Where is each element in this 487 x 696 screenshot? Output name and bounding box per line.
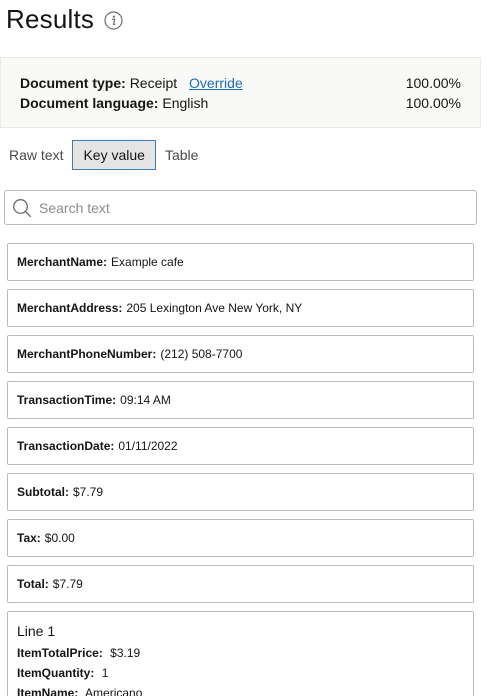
info-icon[interactable] [104, 10, 123, 30]
field-key: Tax: [17, 531, 41, 545]
field-key: ItemQuantity: [17, 666, 95, 680]
search-icon [12, 198, 32, 218]
document-summary: Document type: Receipt Override 100.00% … [0, 57, 481, 128]
field-value: 1 [101, 666, 109, 680]
field-key: MerchantName: [17, 255, 108, 269]
field-total: Total: $7.79 [7, 565, 474, 603]
document-type-label: Document type: [20, 75, 126, 91]
field-value: 205 Lexington Ave New York, NY [126, 301, 303, 315]
page-title: Results [6, 3, 95, 34]
field-value: $0.00 [44, 531, 75, 545]
line-item-field: ItemName: Americano [17, 683, 473, 696]
field-value: 01/11/2022 [118, 439, 178, 453]
document-type-value: Receipt [129, 75, 178, 91]
search-box [4, 190, 477, 225]
title-row: Results [6, 2, 123, 36]
override-link[interactable]: Override [189, 75, 243, 91]
results-panel: Results Document type: Receipt Override … [0, 0, 487, 696]
document-language-row: Document language: English 100.00% [20, 94, 461, 112]
field-key: MerchantPhoneNumber: [17, 347, 157, 361]
document-type-row: Document type: Receipt Override 100.00% [20, 74, 461, 92]
document-language-confidence: 100.00% [405, 95, 461, 111]
field-merchant-address: MerchantAddress: 205 Lexington Ave New Y… [7, 289, 474, 327]
document-type-info: Document type: Receipt Override [20, 75, 243, 91]
view-tabs: Raw text Key value Table [0, 140, 207, 170]
field-value: Example cafe [111, 255, 184, 269]
field-key: TransactionTime: [17, 393, 117, 407]
document-language-info: Document language: English [20, 95, 208, 111]
field-value: (212) 508-7700 [160, 347, 243, 361]
field-value: $7.79 [52, 577, 83, 591]
line-item-field: ItemTotalPrice: $3.19 [17, 643, 473, 663]
tab-key-value[interactable]: Key value [72, 140, 156, 170]
field-merchant-phone-number: MerchantPhoneNumber: (212) 508-7700 [7, 335, 474, 373]
document-language-value: English [162, 95, 209, 111]
line-item-card: Line 1 ItemTotalPrice: $3.19 ItemQuantit… [7, 611, 474, 696]
field-value: $7.79 [73, 485, 104, 499]
field-key: Total: [17, 577, 49, 591]
field-key: TransactionDate: [17, 439, 115, 453]
field-value: 09:14 AM [120, 393, 171, 407]
tab-table[interactable]: Table [156, 140, 207, 170]
field-key: Subtotal: [17, 485, 69, 499]
field-value: $3.19 [110, 646, 141, 660]
field-tax: Tax: $0.00 [7, 519, 474, 557]
field-transaction-time: TransactionTime: 09:14 AM [7, 381, 474, 419]
field-merchant-name: MerchantName: Example cafe [7, 243, 474, 281]
document-language-label: Document language: [20, 95, 159, 111]
field-subtotal: Subtotal: $7.79 [7, 473, 474, 511]
tab-raw-text[interactable]: Raw text [0, 140, 72, 170]
search-input[interactable] [39, 199, 439, 216]
line-item-title: Line 1 [17, 623, 56, 639]
document-type-confidence: 100.00% [405, 75, 461, 91]
field-key: ItemName: [17, 686, 79, 696]
field-key: ItemTotalPrice: [17, 646, 103, 660]
line-item-field: ItemQuantity: 1 [17, 663, 473, 683]
field-value: Americano [85, 686, 143, 696]
field-transaction-date: TransactionDate: 01/11/2022 [7, 427, 474, 465]
field-key: MerchantAddress: [17, 301, 123, 315]
